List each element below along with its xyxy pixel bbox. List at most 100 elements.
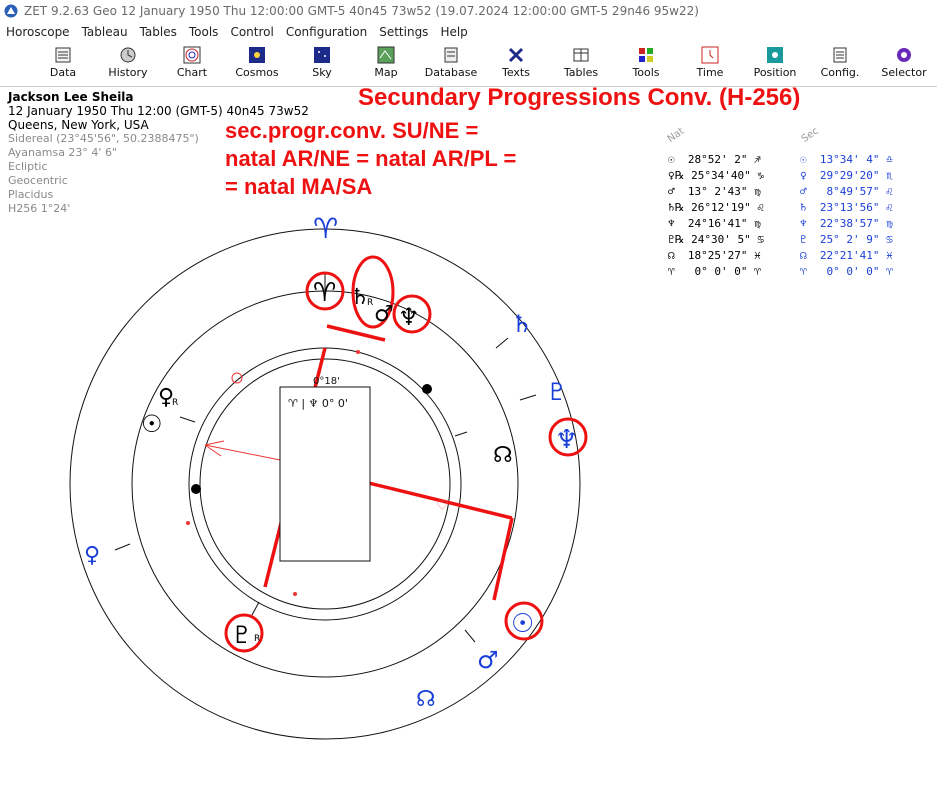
toolbar-sky-button[interactable]: Sky xyxy=(290,44,354,86)
sec-venus-glyph: ♀ xyxy=(84,543,100,568)
toolbar-config-button[interactable]: Config. xyxy=(808,44,872,86)
pluto-glyph: ♇ xyxy=(231,621,253,649)
birth-datetime: 12 January 1950 Thu 12:00 (GMT-5) 40n45 … xyxy=(8,104,309,118)
config-icon xyxy=(833,47,847,63)
chart-title: Secundary Progressions Conv. (H-256) xyxy=(358,84,801,111)
inner-degree-label: 0°18' xyxy=(313,376,340,387)
neptune-glyph: ♆ xyxy=(398,303,420,331)
map-icon xyxy=(377,46,395,64)
selector-icon xyxy=(897,48,911,62)
menu-configuration[interactable]: Configuration xyxy=(280,25,373,39)
sec-row-aries-point: ♈ 0° 0' 0" ♈ xyxy=(800,265,893,278)
toolbar-selector-button[interactable]: Selector xyxy=(872,44,936,86)
sec-saturn-glyph: ♄ xyxy=(511,310,533,338)
database-icon xyxy=(444,47,458,63)
cosmos-icon xyxy=(249,47,265,63)
toolbar-texts-label: Texts xyxy=(502,66,530,79)
title-bar: ZET 9.2.63 Geo 12 January 1950 Thu 12:00… xyxy=(0,0,937,22)
toolbar-data-label: Data xyxy=(49,66,77,79)
history-icon xyxy=(120,47,136,63)
toolbar-time-button[interactable]: Time xyxy=(678,44,742,86)
toolbar-texts-button[interactable]: Texts xyxy=(484,44,548,86)
toolbar: Data History Chart Cosmos Sky Map Databa… xyxy=(0,44,937,87)
natal-row-node: ☊ 18°25'27" ♓ xyxy=(668,249,761,262)
toolbar-position-label: Position xyxy=(753,66,797,79)
toolbar-database-button[interactable]: Database xyxy=(419,44,483,86)
venus-retro-label: R xyxy=(172,398,178,408)
time-icon xyxy=(701,46,719,64)
natal-point-dot xyxy=(191,484,201,494)
toolbar-position-button[interactable]: Position xyxy=(743,44,807,86)
sec-row-neptune: ♆ 22°38'57" ♍ xyxy=(800,217,893,230)
sun-glyph: ☉ xyxy=(141,410,163,438)
mars-aspect-glyph: ♡ xyxy=(436,498,449,514)
texts-icon xyxy=(508,47,524,63)
toolbar-cosmos-button[interactable]: Cosmos xyxy=(225,44,289,86)
natal-row-aries-point: ♈ 0° 0' 0" ♈ xyxy=(668,265,761,278)
sec-row-saturn: ♄ 23°13'56" ♌ xyxy=(800,201,893,214)
menu-control[interactable]: Control xyxy=(224,25,279,39)
toolbar-tables-button[interactable]: Tables xyxy=(549,44,613,86)
sec-row-sun: ☉ 13°34' 4" ♎ xyxy=(800,153,893,166)
secondary-positions-table: ☉ 13°34' 4" ♎ ♀ 29°29'20" ♏ ♂ 8°49'57" ♌… xyxy=(800,152,893,280)
toolbar-tools-button[interactable]: Tools xyxy=(614,44,678,86)
toolbar-data-button[interactable]: Data xyxy=(31,44,95,86)
toolbar-history-button[interactable]: History xyxy=(96,44,160,86)
natal-positions-table: ☉ 28°52' 2" ♐ ♀℞ 25°34'40" ♑ ♂ 13° 2'43"… xyxy=(668,152,764,280)
sec-neptune-glyph: ♆ xyxy=(555,425,578,455)
small-red-dot xyxy=(293,592,297,596)
secondary-column-header: Sec xyxy=(799,125,821,145)
toolbar-map-label: Map xyxy=(374,66,398,79)
menu-help[interactable]: Help xyxy=(434,25,473,39)
toolbar-map-button[interactable]: Map xyxy=(354,44,418,86)
toolbar-time-label: Time xyxy=(696,66,724,79)
natal-row-pluto: ♇℞ 24°30' 5" ♋ xyxy=(668,233,764,246)
toolbar-database-label: Database xyxy=(424,66,478,79)
small-red-dot xyxy=(186,521,190,525)
small-red-dot xyxy=(356,350,360,354)
sec-node-glyph: ☊ xyxy=(416,687,436,712)
toolbar-selector-label: Selector xyxy=(881,66,927,79)
window-title: ZET 9.2.63 Geo 12 January 1950 Thu 12:00… xyxy=(24,4,699,18)
natal-row-venus: ♀℞ 25°34'40" ♑ xyxy=(668,169,764,182)
toolbar-history-label: History xyxy=(108,66,148,79)
toolbar-chart-button[interactable]: Chart xyxy=(160,44,224,86)
sky-icon xyxy=(314,47,330,63)
sec-row-pluto: ♇ 25° 2' 9" ♋ xyxy=(800,233,893,246)
natal-column-header: Nat xyxy=(665,125,687,145)
natal-row-neptune: ♆ 24°16'41" ♍ xyxy=(668,217,761,230)
sec-row-venus: ♀ 29°29'20" ♏ xyxy=(800,169,893,182)
mars-glyph: ♂ xyxy=(374,302,394,327)
menu-tableau[interactable]: Tableau xyxy=(76,25,134,39)
menu-settings[interactable]: Settings xyxy=(373,25,434,39)
inner-box-label: ♈ | ♆ 0° 0' xyxy=(288,397,348,410)
saturn-retro-label: R xyxy=(367,298,373,308)
toolbar-tables-label: Tables xyxy=(563,66,599,79)
app-logo-icon xyxy=(4,4,18,18)
menu-tables[interactable]: Tables xyxy=(134,25,183,39)
sec-pluto-glyph: ♇ xyxy=(546,378,568,406)
menu-tools[interactable]: Tools xyxy=(183,25,225,39)
horoscope-wheel[interactable]: ♡ ♈ | ♆ 0° 0' 0°18' ♈ ♄ R ♂ ♆ ♀ R ☉ ☊ ♇ … xyxy=(0,150,660,800)
natal-row-saturn: ♄℞ 26°12'19" ♌ xyxy=(668,201,764,214)
inner-data-box xyxy=(279,386,371,562)
position-icon xyxy=(767,47,783,63)
sec-aries-point-glyph: ♈ xyxy=(313,212,338,245)
tables-icon xyxy=(573,48,589,62)
toolbar-config-label: Config. xyxy=(820,66,860,79)
natal-point-dot xyxy=(422,384,432,394)
pluto-retro-label: R xyxy=(254,634,260,644)
menu-horoscope[interactable]: Horoscope xyxy=(0,25,76,39)
formula-line-1: sec.progr.conv. SU/NE = xyxy=(225,118,479,143)
data-icon xyxy=(55,47,71,63)
toolbar-tools-label: Tools xyxy=(632,66,660,79)
menu-bar: Horoscope Tableau Tables Tools Control C… xyxy=(0,22,937,42)
toolbar-sky-label: Sky xyxy=(312,66,332,79)
sec-mars-glyph: ♂ xyxy=(477,646,499,674)
toolbar-cosmos-label: Cosmos xyxy=(235,66,279,79)
chart-icon xyxy=(183,46,201,64)
toolbar-chart-label: Chart xyxy=(176,66,208,79)
natal-row-mars: ♂ 13° 2'43" ♍ xyxy=(668,185,761,198)
sec-sun-glyph: ☉ xyxy=(511,609,534,639)
person-name: Jackson Lee Sheila xyxy=(8,90,134,104)
